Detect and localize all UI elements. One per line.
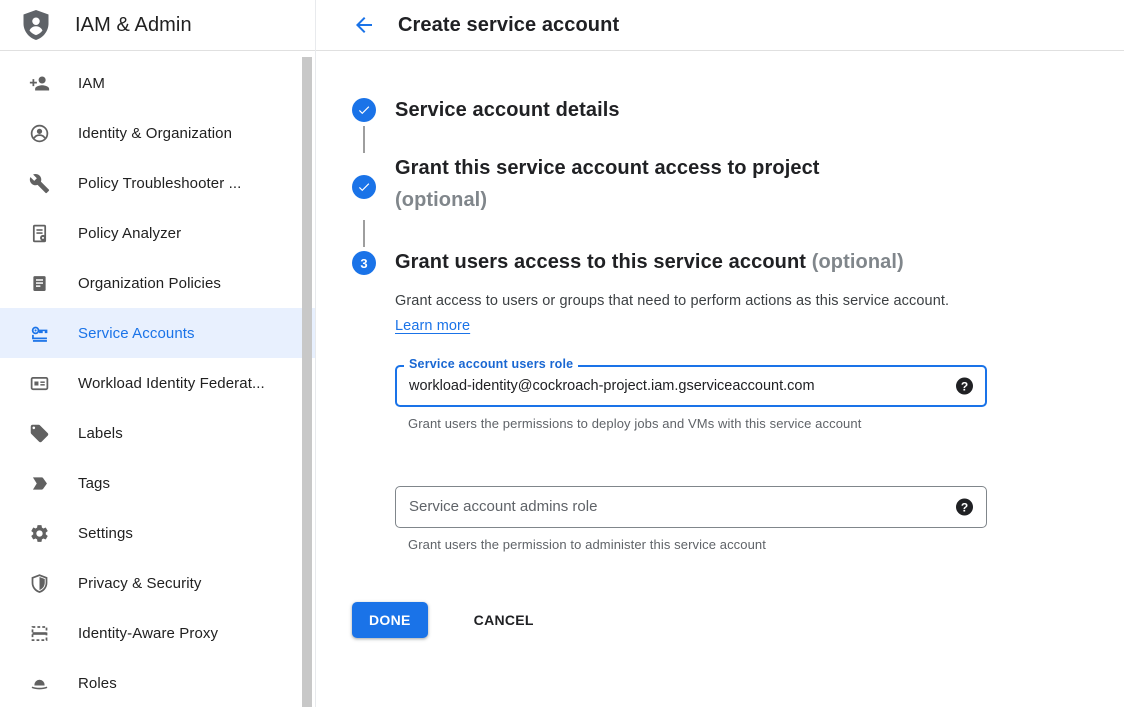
users-role-helper-text: Grant users the permissions to deploy jo… (408, 416, 1124, 431)
admins-role-helper-text: Grant users the permission to administer… (408, 537, 1124, 552)
admins-role-field: ? (395, 486, 987, 528)
step-1-row: Service account details (352, 98, 1124, 122)
sidebar-item-policy-troubleshooter[interactable]: Policy Troubleshooter ... (0, 158, 315, 208)
card-icon (28, 372, 50, 394)
step-connector (363, 126, 365, 153)
learn-more-link[interactable]: Learn more (395, 318, 470, 334)
page-title: Create service account (398, 14, 619, 37)
person-add-icon (28, 72, 50, 94)
step-1-complete-check-icon (352, 98, 376, 122)
sidebar-item-roles[interactable]: Roles (0, 658, 315, 707)
sidebar-header: IAM & Admin (0, 0, 315, 51)
sidebar: IAM & Admin IAM Identity & Organization … (0, 0, 316, 707)
tag-arrow-icon (28, 472, 50, 494)
sidebar-item-labels[interactable]: Labels (0, 408, 315, 458)
page-header: Create service account (316, 0, 1124, 51)
step-2-title-text: Grant this service account access to pro… (395, 157, 820, 179)
step-3-title-text: Grant users access to this service accou… (395, 251, 806, 273)
step-3-optional-label: (optional) (812, 251, 904, 273)
shield-half-icon (28, 572, 50, 594)
sidebar-item-iam[interactable]: IAM (0, 58, 315, 108)
action-buttons: DONE CANCEL (352, 602, 1124, 638)
sidebar-item-policy-analyzer[interactable]: Policy Analyzer (0, 208, 315, 258)
sidebar-item-settings[interactable]: Settings (0, 508, 315, 558)
admins-role-input[interactable] (395, 486, 987, 528)
sidebar-nav: IAM Identity & Organization Policy Troub… (0, 51, 315, 707)
sidebar-title: IAM & Admin (75, 14, 192, 37)
step-3-body: Grant access to users or groups that nee… (395, 289, 1124, 552)
sidebar-scrollbar[interactable] (302, 57, 312, 707)
document-gear-icon (28, 222, 50, 244)
step-3-description-text: Grant access to users or groups that nee… (395, 293, 949, 309)
gear-icon (28, 522, 50, 544)
step-2-complete-check-icon (352, 175, 376, 199)
step-2-row: Grant this service account access to pro… (352, 157, 1124, 216)
step-3-title: Grant users access to this service accou… (395, 247, 904, 277)
done-button[interactable]: DONE (352, 602, 428, 638)
sidebar-item-tags[interactable]: Tags (0, 458, 315, 508)
document-lines-icon (28, 272, 50, 294)
step-3-description: Grant access to users or groups that nee… (395, 289, 955, 339)
step-3-row: 3 Grant users access to this service acc… (352, 251, 1124, 277)
users-role-field-label: Service account users role (404, 357, 578, 372)
sidebar-item-privacy-security[interactable]: Privacy & Security (0, 558, 315, 608)
label-icon (28, 422, 50, 444)
hat-icon (28, 672, 50, 694)
step-3-number-badge: 3 (352, 251, 376, 275)
sidebar-item-identity-organization[interactable]: Identity & Organization (0, 108, 315, 158)
step-connector (363, 220, 365, 247)
person-circle-icon (28, 122, 50, 144)
wizard-content: Service account details Grant this servi… (316, 51, 1124, 638)
step-1-title: Service account details (395, 98, 620, 122)
sidebar-item-identity-aware-proxy[interactable]: Identity-Aware Proxy (0, 608, 315, 658)
wrench-icon (28, 172, 50, 194)
sidebar-item-organization-policies[interactable]: Organization Policies (0, 258, 315, 308)
arrow-back-icon (352, 13, 376, 37)
sidebar-item-workload-identity-federat[interactable]: Workload Identity Federat... (0, 358, 315, 408)
iam-shield-logo-icon (21, 8, 51, 42)
proxy-icon (28, 622, 50, 644)
sidebar-item-service-accounts[interactable]: Service Accounts (0, 308, 315, 358)
admins-role-help-icon[interactable]: ? (956, 499, 973, 516)
step-2-title: Grant this service account access to pro… (395, 152, 895, 216)
back-button[interactable] (352, 13, 376, 37)
service-account-key-icon (28, 322, 50, 344)
cancel-button[interactable]: CANCEL (462, 602, 546, 638)
main-panel: Create service account Service account d… (316, 0, 1124, 707)
step-2-optional-label: (optional) (395, 189, 487, 211)
users-role-field: Service account users role ? (395, 365, 987, 407)
users-role-help-icon[interactable]: ? (956, 378, 973, 395)
